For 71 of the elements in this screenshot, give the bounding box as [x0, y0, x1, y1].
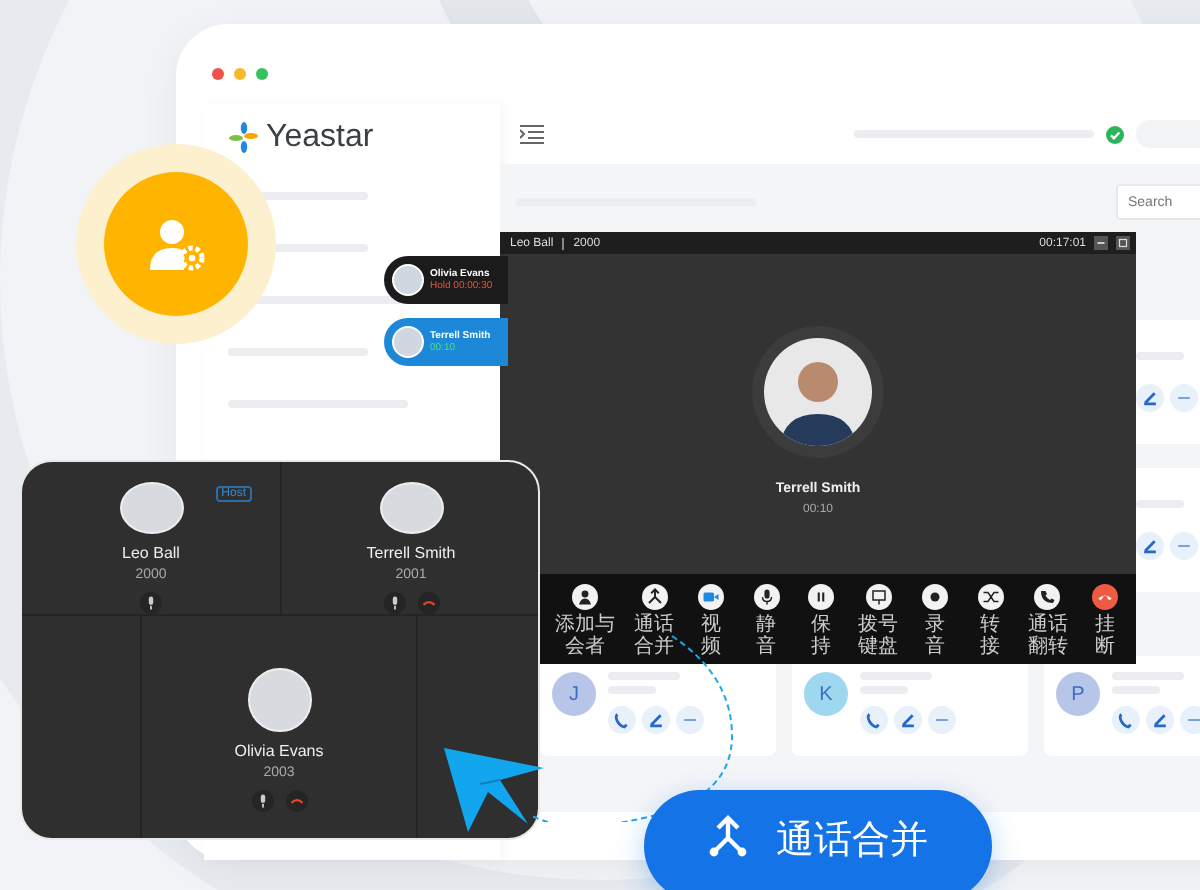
- toolbar-button[interactable]: [865, 584, 892, 610]
- avatar-photo: [119, 482, 183, 534]
- merge-icon: [708, 814, 748, 858]
- toolbar-label: 录音: [923, 614, 948, 658]
- microphone-icon[interactable]: [251, 790, 273, 812]
- toolbar-button[interactable]: [922, 584, 949, 610]
- user-settings-icon: [146, 214, 206, 274]
- avatar-photo: [392, 326, 424, 358]
- record-icon: [926, 588, 945, 606]
- edit-icon[interactable]: [894, 706, 922, 734]
- menu-icon[interactable]: [520, 124, 544, 144]
- microphone-icon[interactable]: [383, 592, 405, 614]
- add-person-icon: [576, 588, 595, 606]
- edit-icon[interactable]: [1136, 532, 1164, 560]
- phone-icon[interactable]: [1112, 706, 1140, 734]
- phone-icon[interactable]: [608, 706, 636, 734]
- toolbar-label: 静音: [754, 614, 779, 658]
- hang-up-button[interactable]: [1091, 584, 1118, 610]
- phone-icon[interactable]: [860, 706, 888, 734]
- shuffle-icon: [981, 588, 1000, 606]
- more-icon[interactable]: [928, 706, 956, 734]
- video-camera-icon: [702, 588, 721, 606]
- maximize-dot-icon[interactable]: [256, 68, 268, 80]
- toolbar-button[interactable]: [698, 584, 725, 610]
- avatar-photo: [379, 482, 443, 534]
- toolbar-button[interactable]: [808, 584, 835, 610]
- screen-icon: [869, 588, 888, 606]
- toolbar-button[interactable]: [1034, 584, 1061, 610]
- microphone-icon[interactable]: [140, 592, 162, 614]
- toolbar-label: 挂断: [1092, 614, 1117, 658]
- merge-icon: [645, 588, 664, 606]
- toolbar-label: 通话翻转: [1026, 614, 1069, 658]
- edit-icon[interactable]: [642, 706, 670, 734]
- more-icon[interactable]: [1170, 384, 1198, 412]
- avatar-photo: [392, 264, 424, 296]
- merge-call-button[interactable]: 通话合并: [644, 790, 992, 890]
- contact-avatar: J: [552, 672, 596, 716]
- status-check-icon: [1106, 125, 1124, 143]
- toolbar-label: 拨号键盘: [856, 614, 900, 658]
- logo-text: Yeastar: [266, 120, 374, 156]
- minimize-icon[interactable]: [1094, 236, 1108, 250]
- toolbar-label: 转接: [978, 614, 1003, 658]
- microphone-icon: [757, 588, 776, 606]
- participant-name: Olivia Evans: [234, 742, 324, 760]
- hang-up-icon[interactable]: [417, 592, 439, 614]
- hang-up-icon[interactable]: [285, 790, 307, 812]
- phone-icon: [1038, 588, 1057, 606]
- more-icon[interactable]: [676, 706, 704, 734]
- avatar-photo: [764, 338, 872, 446]
- toolbar-label: 视频: [699, 614, 724, 658]
- avatar-photo: [247, 668, 311, 732]
- contact-avatar: K: [804, 672, 848, 716]
- edit-icon[interactable]: [1146, 706, 1174, 734]
- more-icon[interactable]: [1180, 706, 1200, 734]
- more-icon[interactable]: [1170, 532, 1198, 560]
- participant-name: Leo Ball: [122, 544, 180, 562]
- participant-name: Terrell Smith: [366, 544, 456, 562]
- minimize-dot-icon[interactable]: [234, 68, 246, 80]
- toolbar-button[interactable]: [572, 584, 599, 610]
- contact-avatar: P: [1056, 672, 1100, 716]
- close-dot-icon[interactable]: [212, 68, 224, 80]
- expand-icon[interactable]: [1116, 236, 1130, 250]
- toolbar-label: 添加与会者: [554, 614, 617, 658]
- toolbar-label: 保持: [809, 614, 834, 658]
- pointer-arrow-icon: [444, 748, 544, 832]
- toolbar-button[interactable]: [977, 584, 1004, 610]
- toolbar-button[interactable]: [753, 584, 780, 610]
- edit-icon[interactable]: [1136, 384, 1164, 412]
- toolbar-label: 通话合并: [632, 614, 676, 658]
- logo-icon: [228, 122, 260, 154]
- toolbar-button[interactable]: [641, 584, 668, 610]
